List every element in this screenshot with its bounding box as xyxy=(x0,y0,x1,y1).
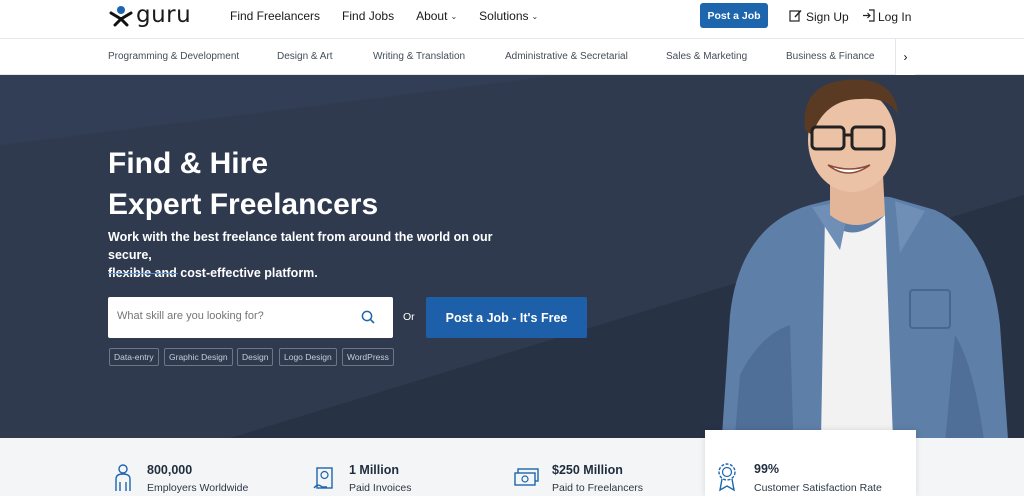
nav-solutions[interactable]: Solutions ⌄ xyxy=(479,9,538,23)
category-administrative[interactable]: Administrative & Secretarial xyxy=(505,51,628,62)
stat-employers-value: 800,000 xyxy=(147,463,193,477)
stat-paid-value: $250 Million xyxy=(552,463,623,477)
search-input[interactable] xyxy=(117,310,357,322)
category-bar: Programming & Development Design & Art W… xyxy=(0,39,1024,75)
edit-icon xyxy=(789,9,802,25)
tag-logo-design[interactable]: Logo Design xyxy=(279,348,337,366)
hero-divider xyxy=(108,273,178,274)
hero-title: Find & Hire Expert Freelancers xyxy=(108,147,379,221)
search-icon[interactable] xyxy=(361,310,375,329)
category-programming[interactable]: Programming & Development xyxy=(108,51,239,62)
stat-satisfaction-value: 99% xyxy=(754,462,780,476)
nav-about[interactable]: About ⌄ xyxy=(416,9,457,23)
tag-design[interactable]: Design xyxy=(237,348,274,366)
logo-mark-icon xyxy=(108,5,134,27)
stat-invoices-label: Paid Invoices xyxy=(349,482,412,494)
logo-wordmark: guru xyxy=(136,2,192,28)
money-icon xyxy=(514,467,540,494)
category-writing[interactable]: Writing & Translation xyxy=(373,51,465,62)
chevron-right-icon[interactable]: › xyxy=(895,39,915,75)
stat-invoices-value: 1 Million xyxy=(349,463,399,477)
log-in-link[interactable]: Log In xyxy=(862,9,911,25)
stat-paid-label: Paid to Freelancers xyxy=(552,482,644,494)
nav-find-jobs[interactable]: Find Jobs xyxy=(342,9,394,23)
award-icon xyxy=(716,462,738,496)
stat-satisfaction-label: Customer Satisfaction Rate xyxy=(754,482,882,494)
chevron-down-icon: ⌄ xyxy=(531,11,539,21)
stat-employers-label: Employers Worldwide xyxy=(147,482,249,494)
chevron-down-icon: ⌄ xyxy=(450,11,458,21)
tag-wordpress[interactable]: WordPress xyxy=(342,348,394,366)
invoice-icon xyxy=(313,466,335,496)
sign-up-link[interactable]: Sign Up xyxy=(789,9,849,25)
tag-graphic-design[interactable]: Graphic Design xyxy=(164,348,233,366)
category-business-finance[interactable]: Business & Finance xyxy=(786,51,874,62)
main-nav-links: Find Freelancers Find Jobs About ⌄ Soluti… xyxy=(230,9,538,23)
or-separator: Or xyxy=(403,311,415,323)
guru-logo[interactable]: guru xyxy=(108,4,191,28)
tag-data-entry[interactable]: Data-entry xyxy=(109,348,159,366)
person-icon xyxy=(114,464,132,496)
nav-find-freelancers[interactable]: Find Freelancers xyxy=(230,9,320,23)
category-sales-marketing[interactable]: Sales & Marketing xyxy=(666,51,747,62)
login-icon xyxy=(862,9,875,25)
top-navigation: guru Find Freelancers Find Jobs About ⌄ S… xyxy=(0,0,1024,39)
category-design-art[interactable]: Design & Art xyxy=(277,51,333,62)
post-job-button[interactable]: Post a Job xyxy=(700,3,768,28)
post-job-free-button[interactable]: Post a Job - It's Free xyxy=(426,297,587,338)
skill-search-box[interactable] xyxy=(108,297,393,338)
